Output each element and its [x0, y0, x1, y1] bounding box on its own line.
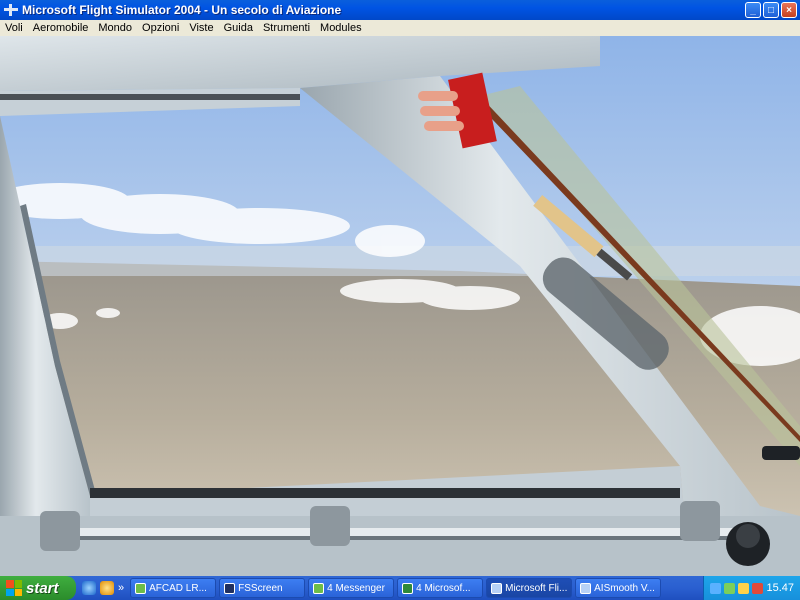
task-label: 4 Messenger	[327, 582, 385, 594]
minimize-icon: _	[750, 4, 756, 16]
aismooth-icon	[580, 582, 592, 594]
afcad-icon	[135, 582, 147, 594]
taskbar: start » AFCAD LR... FSScreen 4 Messenger…	[0, 576, 800, 600]
volume-icon[interactable]	[738, 582, 750, 594]
task-messenger[interactable]: 4 Messenger	[308, 578, 395, 598]
menu-viste[interactable]: Viste	[184, 22, 218, 34]
windows-flag-icon	[6, 580, 22, 596]
task-label: Microsoft Fli...	[505, 582, 568, 594]
title-bar: Microsoft Flight Simulator 2004 - Un sec…	[0, 0, 800, 20]
cockpit-view[interactable]	[0, 36, 800, 576]
menu-bar: Voli Aeromobile Mondo Opzioni Viste Guid…	[0, 20, 800, 36]
window-controls: _ □ ×	[745, 2, 797, 18]
close-button[interactable]: ×	[781, 2, 797, 18]
task-label: FSScreen	[238, 582, 283, 594]
messenger-icon	[313, 582, 325, 594]
menu-opzioni[interactable]: Opzioni	[137, 22, 184, 34]
network-icon[interactable]	[710, 582, 722, 594]
task-list: AFCAD LR... FSScreen 4 Messenger 4 Micro…	[130, 578, 703, 598]
task-microsoft[interactable]: 4 Microsof...	[397, 578, 484, 598]
start-label: start	[26, 579, 59, 597]
messenger-icon[interactable]	[100, 581, 114, 595]
menu-aeromobile[interactable]: Aeromobile	[28, 22, 94, 34]
quick-launch: »	[76, 581, 130, 595]
window-title: Microsoft Flight Simulator 2004 - Un sec…	[22, 3, 342, 17]
maximize-button[interactable]: □	[763, 2, 779, 18]
task-label: AFCAD LR...	[149, 582, 207, 594]
system-tray: 15.47	[703, 576, 800, 600]
start-button[interactable]: start	[0, 576, 76, 600]
clock[interactable]: 15.47	[766, 582, 794, 594]
task-afcad[interactable]: AFCAD LR...	[130, 578, 217, 598]
maximize-icon: □	[767, 4, 775, 16]
messenger-tray-icon[interactable]	[724, 582, 736, 594]
menu-mondo[interactable]: Mondo	[93, 22, 137, 34]
task-label: AISmooth V...	[594, 582, 655, 594]
minimize-button[interactable]: _	[745, 2, 761, 18]
airplane-icon	[4, 3, 18, 17]
menu-guida[interactable]: Guida	[219, 22, 258, 34]
fsscreen-icon	[224, 582, 236, 594]
cockpit-window-view	[0, 36, 800, 576]
security-icon[interactable]	[752, 582, 764, 594]
task-fsscreen[interactable]: FSScreen	[219, 578, 306, 598]
flight-sim-icon	[491, 582, 503, 594]
internet-explorer-icon[interactable]	[82, 581, 96, 595]
menu-modules[interactable]: Modules	[315, 22, 367, 34]
quick-launch-more[interactable]: »	[118, 582, 124, 594]
task-aismooth[interactable]: AISmooth V...	[575, 578, 662, 598]
task-flight-simulator[interactable]: Microsoft Fli...	[486, 578, 573, 598]
excel-icon	[402, 582, 414, 594]
menu-strumenti[interactable]: Strumenti	[258, 22, 315, 34]
task-label: 4 Microsof...	[416, 582, 471, 594]
close-icon: ×	[786, 4, 792, 16]
menu-voli[interactable]: Voli	[0, 22, 28, 34]
